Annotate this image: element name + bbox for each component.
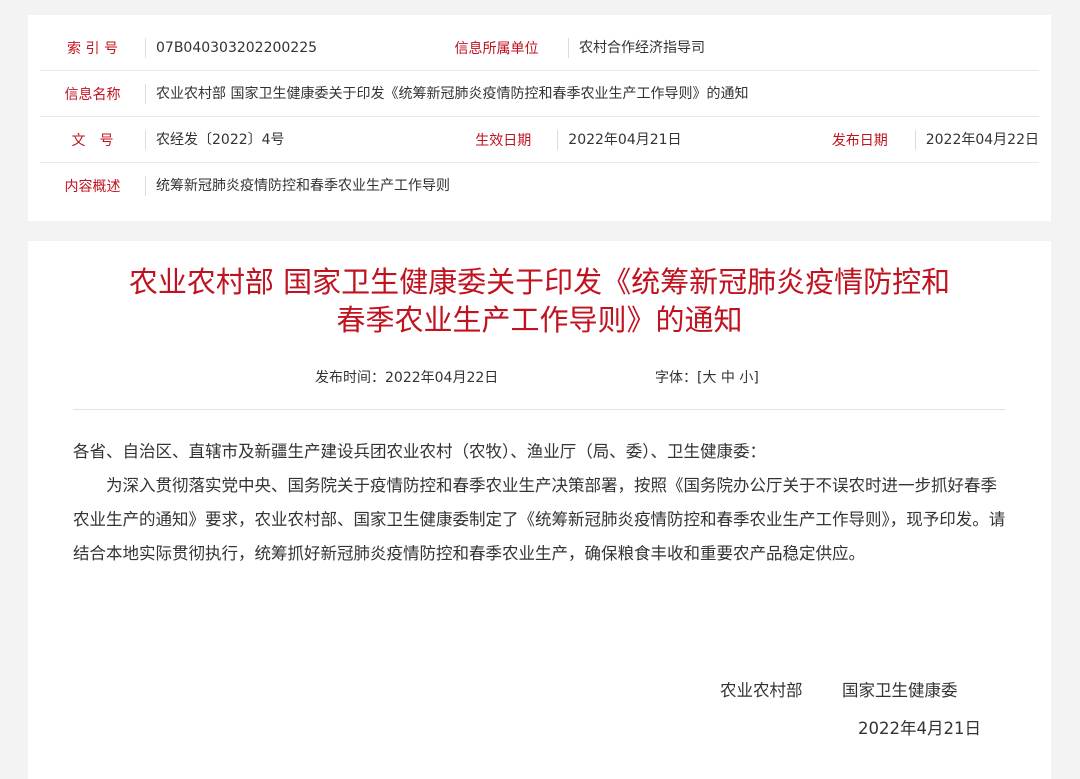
unit-label: 信息所属单位 <box>454 40 539 57</box>
meta-row-summary: 内容概述 统筹新冠肺炎疫情防控和春季农业生产工作导则 <box>40 163 1039 209</box>
font-size-control: 字体：[大 中 小] <box>655 367 759 387</box>
info-metadata-panel: 索 引 号 07B040303202200225 信息所属单位 农村合作经济指导… <box>28 15 1051 221</box>
publish-label: 发布日期 <box>831 132 888 149</box>
meta-row-index: 索 引 号 07B040303202200225 信息所属单位 农村合作经济指导… <box>40 25 1039 71</box>
font-small-button[interactable]: 小 <box>739 370 753 386</box>
name-label: 信息名称 <box>64 86 121 103</box>
summary-value: 统筹新冠肺炎疫情防控和春季农业生产工作导则 <box>145 176 450 196</box>
effective-label: 生效日期 <box>475 132 532 149</box>
font-size-bracket: ] <box>753 370 759 386</box>
meta-row-name: 信息名称 农业农村部 国家卫生健康委关于印发《统筹新冠肺炎疫情防控和春季农业生产… <box>40 71 1039 117</box>
font-size-label: 字体：[ <box>655 370 703 386</box>
index-label: 索 引 号 <box>67 40 118 57</box>
publish-time: 发布时间：2022年04月22日 <box>315 370 499 386</box>
signature-org-agriculture: 农业农村部 <box>720 681 803 700</box>
docno-label: 文 号 <box>71 132 114 149</box>
title-divider <box>73 409 1005 410</box>
effective-value: 2022年04月21日 <box>557 129 804 150</box>
signature-org-health: 国家卫生健康委 <box>842 681 958 700</box>
meta-row-docno: 文 号 农经发〔2022〕4号 生效日期 2022年04月21日 发布日期 20… <box>40 117 1039 163</box>
font-large-button[interactable]: 大 <box>702 370 716 386</box>
summary-label: 内容概述 <box>64 179 121 195</box>
article-body: 各省、自治区、直辖市及新疆生产建设兵团农业农村（农牧）、渔业厅（局、委）、卫生健… <box>73 435 1008 571</box>
name-value: 农业农村部 国家卫生健康委关于印发《统筹新冠肺炎疫情防控和春季农业生产工作导则》… <box>145 83 748 104</box>
article-title-line2: 春季农业生产工作导则》的通知 <box>336 303 743 337</box>
salutation: 各省、自治区、直辖市及新疆生产建设兵团农业农村（农牧）、渔业厅（局、委）、卫生健… <box>73 442 766 461</box>
article-title: 农业农村部 国家卫生健康委关于印发《统筹新冠肺炎疫情防控和 春季农业生产工作导则… <box>28 263 1051 339</box>
article-panel: 农业农村部 国家卫生健康委关于印发《统筹新冠肺炎疫情防控和 春季农业生产工作导则… <box>28 241 1051 779</box>
font-medium-button[interactable]: 中 <box>721 370 735 386</box>
signature-date: 2022年4月21日 <box>858 719 981 738</box>
body-paragraph: 为深入贯彻落实党中央、国务院关于疫情防控和春季农业生产决策部署，按照《国务院办公… <box>73 476 1006 563</box>
docno-value: 农经发〔2022〕4号 <box>145 129 449 150</box>
index-value: 07B040303202200225 <box>145 37 425 58</box>
publish-value: 2022年04月22日 <box>914 129 1039 150</box>
article-title-line1: 农业农村部 国家卫生健康委关于印发《统筹新冠肺炎疫情防控和 <box>128 265 951 299</box>
unit-value: 农村合作经济指导司 <box>568 37 705 58</box>
